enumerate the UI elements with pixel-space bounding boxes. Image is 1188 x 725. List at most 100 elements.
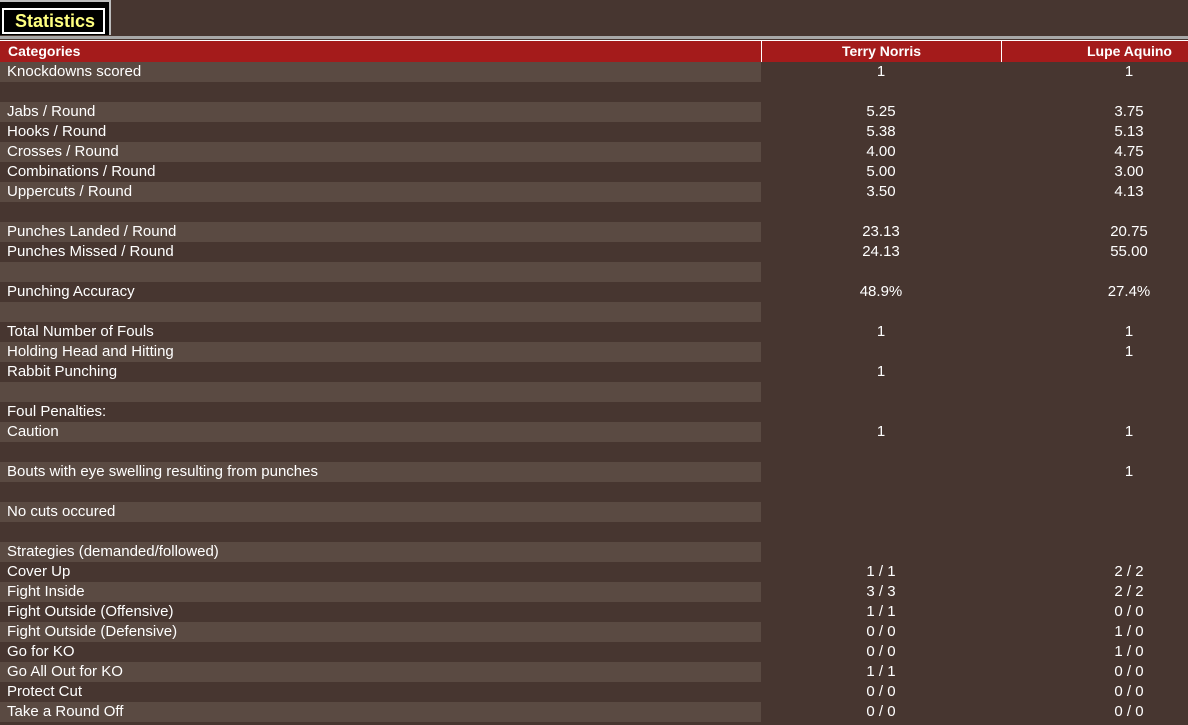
row-value-player1: 0 / 0: [866, 683, 896, 700]
row-value-player2: 1: [1124, 463, 1134, 480]
row-label: Jabs / Round: [0, 102, 761, 122]
table-row: [0, 522, 1188, 542]
row-label: Holding Head and Hitting: [0, 342, 761, 362]
row-label: Fight Outside (Offensive): [7, 603, 174, 620]
row-value-player2: 5.13: [1114, 123, 1144, 140]
table-row: Strategies (demanded/followed): [0, 542, 1188, 562]
row-label: Take a Round Off: [0, 702, 761, 722]
table-row: Holding Head and Hitting 1: [0, 342, 1188, 362]
row-label: Crosses / Round: [0, 142, 761, 162]
table-row: Fight Inside 3 / 3 2 / 2: [0, 582, 1188, 602]
table-row: Foul Penalties:: [0, 402, 1188, 422]
row-label: Rabbit Punching: [7, 363, 118, 380]
table-row: Total Number of Fouls 1 1: [0, 322, 1188, 342]
table-row: Go for KO 0 / 0 1 / 0: [0, 642, 1188, 662]
table-row: Punches Landed / Round 23.13 20.75: [0, 222, 1188, 242]
row-value-player2: 2 / 2: [1114, 563, 1144, 580]
table-row: [0, 482, 1188, 502]
row-value-player1: 24.13: [862, 243, 900, 260]
table-row: Take a Round Off 0 / 0 0 / 0: [0, 702, 1188, 722]
table-row: Bouts with eye swelling resulting from p…: [0, 462, 1188, 482]
row-value-player2: 2 / 2: [1114, 583, 1144, 600]
row-value-player2: 1: [1124, 63, 1134, 80]
row-value-player1: 3.50: [866, 183, 896, 200]
stats-table: Knockdowns scored 1 1 Jabs / Round 5.25 3.75 H…: [0, 62, 1188, 722]
row-label: Caution: [0, 422, 761, 442]
row-value-player2: 1: [1124, 343, 1134, 360]
table-row: Crosses / Round 4.00 4.75: [0, 142, 1188, 162]
row-value-player1: 5.25: [866, 103, 896, 120]
tab-divider: [0, 36, 1188, 39]
row-value-player1: 5.38: [866, 123, 896, 140]
table-row: No cuts occured: [0, 502, 1188, 522]
row-value-player2: 0 / 0: [1114, 683, 1144, 700]
table-row: [0, 382, 1188, 402]
row-value-player1: 4.00: [866, 143, 896, 160]
row-label: Fight Inside: [0, 582, 761, 602]
table-row: Protect Cut 0 / 0 0 / 0: [0, 682, 1188, 702]
table-header: Categories Terry Norris Lupe Aquino: [0, 40, 1188, 62]
row-value-player2: 20.75: [1110, 223, 1148, 240]
row-value-player2: 1 / 0: [1114, 623, 1144, 640]
row-value-player2: 0 / 0: [1114, 603, 1144, 620]
row-label: Go for KO: [7, 643, 75, 660]
row-value-player1: 48.9%: [859, 283, 903, 300]
row-value-player2: 1: [1124, 323, 1134, 340]
row-label: [0, 382, 761, 402]
row-label: [0, 82, 761, 102]
row-value-player1: 1: [876, 63, 886, 80]
row-value-player1: 1 / 1: [866, 563, 896, 580]
row-value-player2: 55.00: [1110, 243, 1148, 260]
row-label: Punches Missed / Round: [7, 243, 174, 260]
row-value-player1: 1 / 1: [866, 663, 896, 680]
table-row: Fight Outside (Offensive) 1 / 1 0 / 0: [0, 602, 1188, 622]
row-value-player1: 5.00: [866, 163, 896, 180]
row-label: Total Number of Fouls: [7, 323, 154, 340]
table-row: Fight Outside (Defensive) 0 / 0 1 / 0: [0, 622, 1188, 642]
row-value-player2: 27.4%: [1107, 283, 1151, 300]
row-label: Punches Landed / Round: [0, 222, 761, 242]
table-row: Jabs / Round 5.25 3.75: [0, 102, 1188, 122]
table-row: [0, 442, 1188, 462]
table-row: Go All Out for KO 1 / 1 0 / 0: [0, 662, 1188, 682]
row-label: Go All Out for KO: [0, 662, 761, 682]
row-value-player2: 1 / 0: [1114, 643, 1144, 660]
table-row: Hooks / Round 5.38 5.13: [0, 122, 1188, 142]
row-label: Combinations / Round: [7, 163, 156, 180]
row-label: [0, 442, 761, 462]
table-row: Punching Accuracy 48.9% 27.4%: [0, 282, 1188, 302]
row-value-player1: 1 / 1: [866, 603, 896, 620]
row-value-player2: 4.13: [1114, 183, 1144, 200]
row-label: Bouts with eye swelling resulting from p…: [0, 462, 761, 482]
tab-statistics-label: Statistics: [2, 8, 105, 34]
row-value-player2: 0 / 0: [1114, 703, 1144, 720]
row-label: [0, 262, 761, 282]
row-label: Strategies (demanded/followed): [0, 542, 761, 562]
table-row: [0, 302, 1188, 322]
row-label: Uppercuts / Round: [0, 182, 761, 202]
row-label: Cover Up: [7, 563, 71, 580]
table-row: Punches Missed / Round 24.13 55.00: [0, 242, 1188, 262]
row-value-player1: 0 / 0: [866, 643, 896, 660]
table-row: [0, 262, 1188, 282]
row-value-player1: 0 / 0: [866, 623, 896, 640]
table-row: Combinations / Round 5.00 3.00: [0, 162, 1188, 182]
row-label: [0, 522, 761, 542]
table-row: Cover Up 1 / 1 2 / 2: [0, 562, 1188, 582]
row-value-player1: 1: [876, 423, 886, 440]
row-label: No cuts occured: [0, 502, 761, 522]
row-label: Punching Accuracy: [7, 283, 135, 300]
row-label: [0, 202, 761, 222]
tab-statistics[interactable]: Statistics: [0, 0, 111, 35]
tab-bar: Statistics: [0, 0, 1188, 36]
table-row: Rabbit Punching 1: [0, 362, 1188, 382]
header-player1: Terry Norris: [761, 41, 1001, 62]
row-value-player2: 1: [1124, 423, 1134, 440]
row-label: Hooks / Round: [7, 123, 107, 140]
row-value-player1: 1: [876, 323, 886, 340]
row-value-player2: 3.75: [1114, 103, 1144, 120]
table-row: Uppercuts / Round 3.50 4.13: [0, 182, 1188, 202]
row-value-player1: 0 / 0: [866, 703, 896, 720]
header-player2: Lupe Aquino: [1001, 41, 1188, 62]
table-row: Knockdowns scored 1 1: [0, 62, 1188, 82]
